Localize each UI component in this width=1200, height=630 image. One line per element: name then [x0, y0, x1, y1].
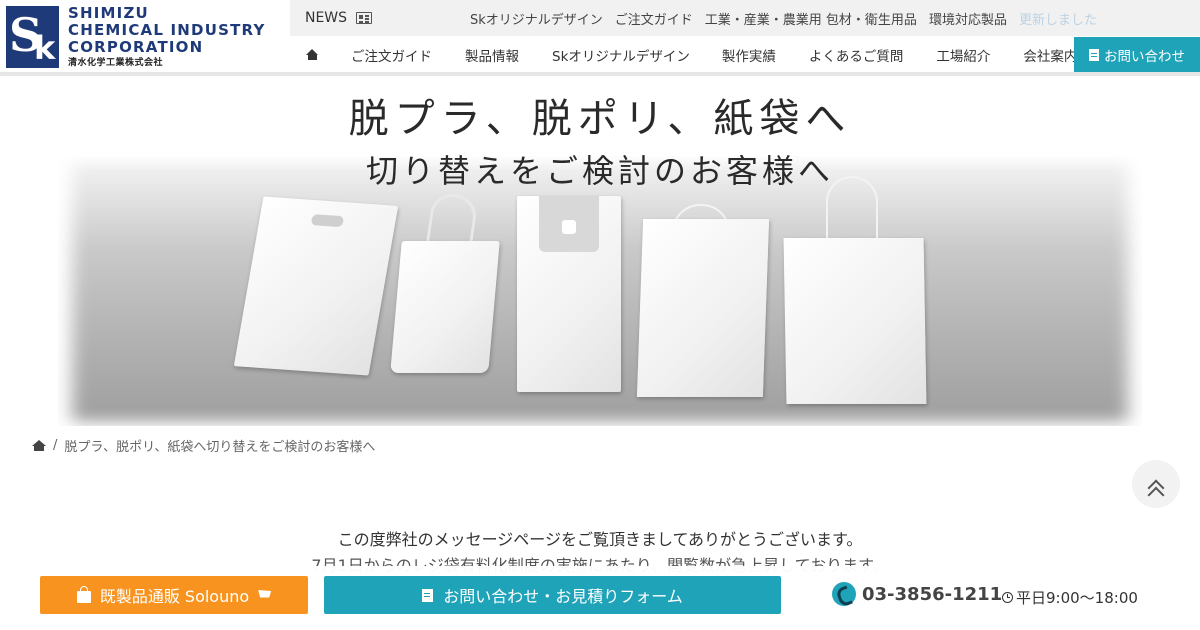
- home-icon: [305, 49, 319, 60]
- news-label: NEWS: [304, 10, 348, 26]
- nav-item-faq[interactable]: よくあるご質問: [809, 37, 904, 72]
- inquiry-form-button[interactable]: お問い合わせ・お見積りフォーム: [324, 576, 781, 614]
- top-link-original-design[interactable]: Skオリジナルデザイン: [470, 9, 603, 28]
- top-link-industrial-packaging[interactable]: 工業・産業・農業用 包材・衛生用品: [705, 9, 917, 28]
- newspaper-icon: [356, 12, 373, 24]
- nav-item-works[interactable]: 製作実績: [722, 37, 776, 72]
- nav-contact-label: お問い合わせ: [1104, 48, 1185, 65]
- shopping-bag-icon: [76, 586, 91, 603]
- home-icon[interactable]: [32, 439, 46, 452]
- logo-line-1: SHIMIZU: [68, 4, 149, 22]
- hero-title: 脱プラ、脱ポリ、紙袋へ: [348, 96, 852, 142]
- paper-bag-image: [636, 219, 770, 397]
- nav-item-company[interactable]: 会社案内: [1023, 37, 1077, 72]
- business-hours: 平日9:00～18:00: [1002, 587, 1138, 608]
- double-chevron-up-icon: [1147, 479, 1165, 497]
- t-shirt-bag-image: [517, 196, 621, 392]
- logo-line-2: CHEMICAL INDUSTRY: [68, 21, 266, 39]
- back-to-top-button[interactable]: [1132, 460, 1180, 508]
- phone-number: 03-3856-1211: [862, 583, 1003, 605]
- clock-icon: [1002, 592, 1013, 603]
- main-nav: ご注文ガイド 製品情報 Skオリジナルデザイン 製作実績 よくあるご質問 工場紹…: [290, 37, 1200, 72]
- news-tab[interactable]: NEWS: [290, 0, 387, 36]
- document-icon: [1089, 48, 1099, 61]
- intro-line-1: この度弊社のメッセージページをご覧頂きましてありがとうございます。: [337, 530, 863, 549]
- cart-icon: [258, 590, 272, 598]
- business-hours-text: 平日9:00～18:00: [1016, 589, 1138, 607]
- nav-item-factory[interactable]: 工場紹介: [936, 37, 990, 72]
- tall-paper-bag-image: [783, 238, 927, 404]
- nav-home[interactable]: [290, 37, 334, 72]
- logo-japanese-name: 清水化学工業株式会社: [68, 58, 164, 68]
- phone-icon: [832, 582, 856, 606]
- site-header: Sk SHIMIZU CHEMICAL INDUSTRY CORPORATION…: [0, 0, 1200, 76]
- fixed-bottom-bar: 既製品通販 Solouno お問い合わせ・お見積りフォーム 03-3856-12…: [0, 566, 1200, 630]
- nav-item-original-design[interactable]: Skオリジナルデザイン: [552, 37, 690, 72]
- nav-contact-button[interactable]: お問い合わせ: [1074, 37, 1200, 72]
- hero-banner: 脱プラ、脱ポリ、紙袋へ 切り替えをご検討のお客様へ: [28, 76, 1172, 426]
- logo-mark: Sk: [6, 6, 59, 68]
- inquiry-form-label: お問い合わせ・お見積りフォーム: [443, 587, 683, 606]
- breadcrumb: / 脱プラ、脱ポリ、紙袋へ切り替えをご検討のお客様へ: [32, 436, 375, 455]
- document-icon: [422, 588, 434, 602]
- top-link-eco-products[interactable]: 環境対応製品: [929, 9, 1007, 28]
- top-link-order-guide[interactable]: ご注文ガイド: [615, 9, 693, 28]
- lunch-bag-image: [390, 241, 500, 373]
- top-link-updated-ticker[interactable]: 更新しました: [1019, 9, 1097, 28]
- top-links-bar: Skオリジナルデザイン ご注文ガイド 工業・産業・農業用 包材・衛生用品 環境対…: [387, 0, 1200, 36]
- page: Sk SHIMIZU CHEMICAL INDUSTRY CORPORATION…: [0, 0, 1200, 630]
- online-shop-label: 既製品通販 Solouno: [99, 587, 250, 606]
- online-shop-button[interactable]: 既製品通販 Solouno: [40, 576, 308, 614]
- nav-item-order-guide[interactable]: ご注文ガイド: [351, 37, 432, 72]
- nav-item-products[interactable]: 製品情報: [465, 37, 519, 72]
- logo-wordmark: SHIMIZU CHEMICAL INDUSTRY CORPORATION 清水…: [68, 5, 266, 69]
- logo-line-3: CORPORATION: [68, 38, 204, 56]
- breadcrumb-current: 脱プラ、脱ポリ、紙袋へ切り替えをご検討のお客様へ: [64, 440, 376, 455]
- breadcrumb-separator: /: [53, 438, 58, 453]
- phone-contact[interactable]: 03-3856-1211: [832, 582, 1002, 606]
- company-logo[interactable]: Sk SHIMIZU CHEMICAL INDUSTRY CORPORATION…: [6, 5, 288, 69]
- hero-subtitle: 切り替えをご検討のお客様へ: [365, 152, 834, 190]
